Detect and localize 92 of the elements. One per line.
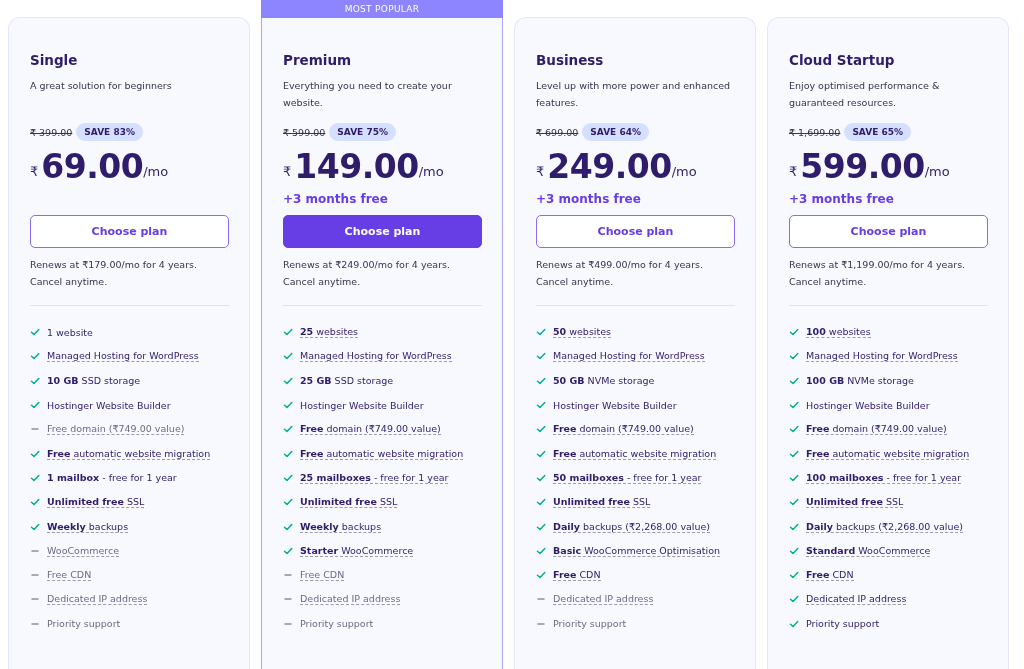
feature-text: Managed Hosting for WordPress bbox=[300, 350, 452, 363]
plan-name: Single bbox=[30, 52, 79, 70]
feature-text: Managed Hosting for WordPress bbox=[553, 350, 705, 363]
price-period: /mo bbox=[418, 164, 444, 179]
original-price: ₹ 699.00 bbox=[536, 126, 579, 138]
price: 249.00 bbox=[547, 149, 672, 185]
discount-badge: SAVE 64% bbox=[582, 123, 649, 141]
currency-symbol: ₹ bbox=[789, 164, 798, 179]
feature-text: Dedicated IP address bbox=[300, 593, 401, 606]
feature-text: Free domain (₹749.00 value) bbox=[300, 423, 441, 436]
feature-text: 100 websites bbox=[806, 326, 871, 339]
plan-name: Cloud Startup bbox=[789, 52, 896, 70]
plan-description: Level up with more power and enhanced features. bbox=[536, 79, 732, 110]
choose-plan-button[interactable]: Choose plan bbox=[789, 215, 988, 248]
feature-text: Daily backups (₹2,268.00 value) bbox=[553, 520, 711, 533]
feature-text: 50 mailboxes - free for 1 year bbox=[553, 471, 702, 484]
feature-text: Hostinger Website Builder bbox=[806, 399, 930, 411]
original-price: ₹ 1,699.00 bbox=[789, 126, 841, 138]
currency-symbol: ₹ bbox=[283, 164, 292, 179]
feature-text: Priority support bbox=[47, 618, 121, 630]
feature-text: 10 GB SSD storage bbox=[47, 375, 141, 387]
feature-text: Priority support bbox=[300, 618, 374, 630]
feature-text: Dedicated IP address bbox=[47, 593, 148, 606]
feature-text: Free automatic website migration bbox=[806, 447, 970, 460]
feature-text: Priority support bbox=[806, 618, 880, 630]
feature-text: Free CDN bbox=[553, 569, 601, 582]
feature-text: Free automatic website migration bbox=[553, 447, 717, 460]
feature-text: 50 GB NVMe storage bbox=[553, 375, 655, 387]
discount-badge: SAVE 75% bbox=[329, 123, 396, 141]
currency-symbol: ₹ bbox=[30, 164, 39, 179]
feature-text: Dedicated IP address bbox=[806, 593, 907, 606]
renewal-note: Renews at ₹1,199.00/mo for 4 years. Cancel anytime. bbox=[789, 258, 967, 289]
renewal-note: Renews at ₹179.00/mo for 4 years. Cancel anytime. bbox=[30, 258, 199, 289]
bonus-text: +3 months free bbox=[789, 192, 894, 206]
feature-text: Hostinger Website Builder bbox=[300, 399, 424, 411]
feature-text: 1 mailbox - free for 1 year bbox=[47, 472, 177, 484]
original-price: ₹ 599.00 bbox=[283, 126, 326, 138]
feature-text: WooCommerce bbox=[47, 544, 120, 557]
feature-text: Hostinger Website Builder bbox=[553, 399, 677, 411]
feature-text: 25 mailboxes - free for 1 year bbox=[300, 471, 449, 484]
feature-text: 100 mailboxes - free for 1 year bbox=[806, 471, 962, 484]
plan-description: Enjoy optimised performance & guaranteed resources. bbox=[789, 79, 941, 110]
plan-description: Everything you need to create your website. bbox=[283, 79, 453, 110]
feature-text: Unlimited free SSL bbox=[806, 496, 904, 509]
feature-text: Weekly backups bbox=[300, 520, 382, 533]
choose-plan-button[interactable]: Choose plan bbox=[536, 215, 735, 248]
feature-text: Unlimited free SSL bbox=[47, 496, 145, 509]
plan-description: A great solution for beginners bbox=[30, 79, 173, 93]
feature-text: Daily backups (₹2,268.00 value) bbox=[806, 520, 964, 533]
choose-plan-button[interactable]: Choose plan bbox=[30, 215, 229, 248]
feature-text: Hostinger Website Builder bbox=[47, 399, 171, 411]
feature-text: Free domain (₹749.00 value) bbox=[553, 423, 694, 436]
feature-text: Standard WooCommerce bbox=[806, 544, 931, 557]
feature-text: Priority support bbox=[553, 618, 627, 630]
original-price: ₹ 399.00 bbox=[30, 126, 73, 138]
feature-text: Unlimited free SSL bbox=[300, 496, 398, 509]
choose-plan-button[interactable]: Choose plan bbox=[283, 215, 482, 248]
renewal-note: Renews at ₹499.00/mo for 4 years. Cancel anytime. bbox=[536, 258, 705, 289]
discount-badge: SAVE 83% bbox=[76, 123, 143, 141]
feature-text: Managed Hosting for WordPress bbox=[806, 350, 958, 363]
bonus-text: +3 months free bbox=[536, 192, 641, 206]
price: 149.00 bbox=[294, 149, 419, 185]
feature-text: Free CDN bbox=[806, 569, 854, 582]
feature-text: Free automatic website migration bbox=[47, 447, 211, 460]
feature-text: Dedicated IP address bbox=[553, 593, 654, 606]
feature-text: Free CDN bbox=[47, 569, 92, 582]
feature-text: Starter WooCommerce bbox=[300, 544, 414, 557]
price-period: /mo bbox=[143, 164, 169, 179]
price-period: /mo bbox=[924, 164, 950, 179]
feature-text: 100 GB NVMe storage bbox=[806, 375, 914, 387]
feature-text: Free automatic website migration bbox=[300, 447, 464, 460]
feature-text: Free domain (₹749.00 value) bbox=[806, 423, 947, 436]
feature-text: Free CDN bbox=[300, 569, 345, 582]
feature-text: 1 website bbox=[47, 326, 93, 338]
plan-name: Premium bbox=[283, 52, 353, 70]
feature-text: Free domain (₹749.00 value) bbox=[47, 423, 185, 436]
feature-text: Unlimited free SSL bbox=[553, 496, 651, 509]
feature-text: 25 GB SSD storage bbox=[300, 375, 394, 387]
price-period: /mo bbox=[671, 164, 697, 179]
price: 599.00 bbox=[800, 149, 925, 185]
feature-text: Weekly backups bbox=[47, 520, 129, 533]
most-popular-banner: MOST POPULAR bbox=[261, 0, 503, 18]
currency-symbol: ₹ bbox=[536, 164, 545, 179]
feature-text: 25 websites bbox=[300, 326, 358, 339]
bonus-text: +3 months free bbox=[283, 192, 388, 206]
feature-text: 50 websites bbox=[553, 326, 611, 339]
feature-text: Basic WooCommerce Optimisation bbox=[553, 544, 720, 557]
renewal-note: Renews at ₹249.00/mo for 4 years. Cancel anytime. bbox=[283, 258, 452, 289]
price: 69.00 bbox=[41, 149, 144, 185]
feature-text: Managed Hosting for WordPress bbox=[47, 350, 199, 363]
discount-badge: SAVE 65% bbox=[844, 123, 911, 141]
plan-name: Business bbox=[536, 52, 605, 70]
